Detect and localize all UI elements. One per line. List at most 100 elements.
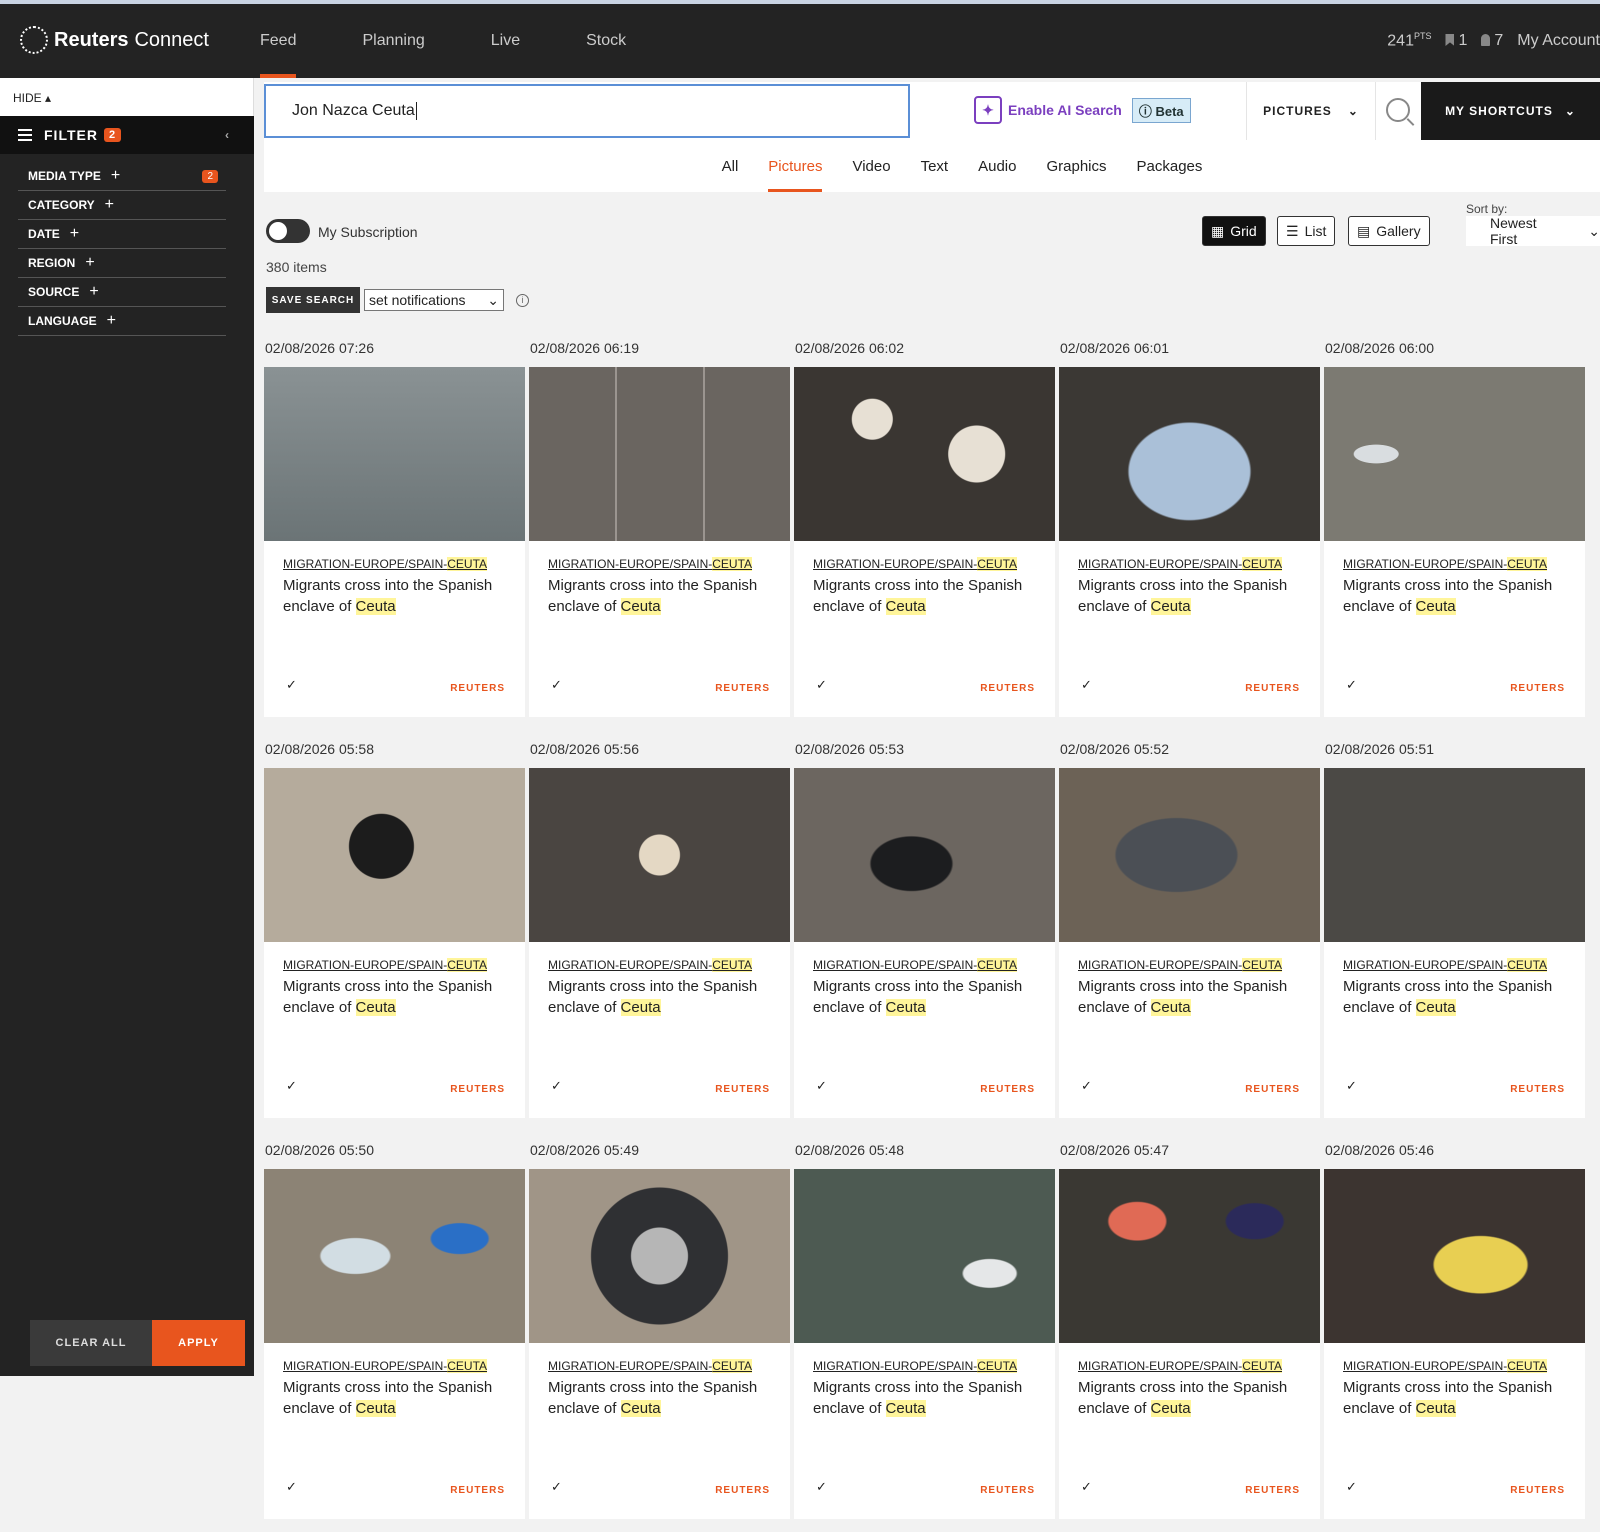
view-gallery-button[interactable]: ▤ Gallery bbox=[1348, 216, 1430, 246]
card-thumbnail[interactable] bbox=[529, 768, 790, 942]
bookmarks-counter[interactable]: 1 bbox=[1445, 32, 1467, 50]
card-slug[interactable]: MIGRATION-EUROPE/SPAIN-CEUTA bbox=[1343, 557, 1585, 571]
card-slug[interactable]: MIGRATION-EUROPE/SPAIN-CEUTA bbox=[1078, 958, 1320, 972]
search-icon[interactable] bbox=[1386, 98, 1410, 122]
hide-sidebar-toggle[interactable]: HIDE ▴ bbox=[0, 78, 254, 116]
result-card[interactable]: 02/08/2026 05:50 MIGRATION-EUROPE/SPAIN-C… bbox=[264, 1137, 529, 1538]
facet-category[interactable]: CATEGORY + bbox=[18, 191, 226, 220]
card-title[interactable]: Migrants cross into the Spanish enclave … bbox=[548, 575, 778, 617]
tab-all[interactable]: All bbox=[707, 140, 754, 192]
checkmark-icon[interactable]: ✓ bbox=[286, 1479, 297, 1495]
checkmark-icon[interactable]: ✓ bbox=[816, 677, 827, 693]
card-title[interactable]: Migrants cross into the Spanish enclave … bbox=[548, 1377, 778, 1419]
card-slug[interactable]: MIGRATION-EUROPE/SPAIN-CEUTA bbox=[1078, 557, 1320, 571]
tab-video[interactable]: Video bbox=[837, 140, 905, 192]
card-thumbnail[interactable] bbox=[264, 768, 525, 942]
card-body[interactable]: MIGRATION-EUROPE/SPAIN-CEUTA Migrants cro… bbox=[794, 1169, 1055, 1519]
result-card[interactable]: 02/08/2026 06:00 MIGRATION-EUROPE/SPAIN-C… bbox=[1324, 335, 1589, 736]
card-body[interactable]: MIGRATION-EUROPE/SPAIN-CEUTA Migrants cro… bbox=[1059, 1169, 1320, 1519]
checkmark-icon[interactable]: ✓ bbox=[286, 677, 297, 693]
points-balance[interactable]: 241PTS bbox=[1387, 31, 1431, 50]
checkmark-icon[interactable]: ✓ bbox=[1081, 677, 1092, 693]
card-thumbnail[interactable] bbox=[1059, 768, 1320, 942]
card-body[interactable]: MIGRATION-EUROPE/SPAIN-CEUTA Migrants cro… bbox=[264, 768, 525, 1118]
result-card[interactable]: 02/08/2026 05:53 MIGRATION-EUROPE/SPAIN-C… bbox=[794, 736, 1059, 1137]
card-body[interactable]: MIGRATION-EUROPE/SPAIN-CEUTA Migrants cro… bbox=[794, 367, 1055, 717]
tab-audio[interactable]: Audio bbox=[963, 140, 1031, 192]
card-body[interactable]: MIGRATION-EUROPE/SPAIN-CEUTA Migrants cro… bbox=[1324, 367, 1585, 717]
facet-region[interactable]: REGION + bbox=[18, 249, 226, 278]
card-title[interactable]: Migrants cross into the Spanish enclave … bbox=[1078, 575, 1308, 617]
apply-button[interactable]: APPLY bbox=[152, 1320, 245, 1366]
nav-stock[interactable]: Stock bbox=[564, 4, 648, 78]
result-card[interactable]: 02/08/2026 07:26 MIGRATION-EUROPE/SPAIN-C… bbox=[264, 335, 529, 736]
result-card[interactable]: 02/08/2026 06:02 MIGRATION-EUROPE/SPAIN-C… bbox=[794, 335, 1059, 736]
facet-source[interactable]: SOURCE + bbox=[18, 278, 226, 307]
media-type-select[interactable]: PICTURES ⌄ bbox=[1246, 82, 1376, 140]
card-body[interactable]: MIGRATION-EUROPE/SPAIN-CEUTA Migrants cro… bbox=[529, 367, 790, 717]
card-thumbnail[interactable] bbox=[1059, 367, 1320, 541]
card-slug[interactable]: MIGRATION-EUROPE/SPAIN-CEUTA bbox=[548, 557, 790, 571]
card-thumbnail[interactable] bbox=[794, 1169, 1055, 1343]
card-slug[interactable]: MIGRATION-EUROPE/SPAIN-CEUTA bbox=[813, 958, 1055, 972]
checkmark-icon[interactable]: ✓ bbox=[551, 1078, 562, 1094]
notifications-counter[interactable]: 7 bbox=[1481, 32, 1503, 50]
card-body[interactable]: MIGRATION-EUROPE/SPAIN-CEUTA Migrants cro… bbox=[1059, 768, 1320, 1118]
result-card[interactable]: 02/08/2026 05:46 MIGRATION-EUROPE/SPAIN-C… bbox=[1324, 1137, 1589, 1538]
result-card[interactable]: 02/08/2026 06:19 MIGRATION-EUROPE/SPAIN-C… bbox=[529, 335, 794, 736]
card-title[interactable]: Migrants cross into the Spanish enclave … bbox=[813, 575, 1043, 617]
card-title[interactable]: Migrants cross into the Spanish enclave … bbox=[1078, 1377, 1308, 1419]
result-card[interactable]: 02/08/2026 05:49 MIGRATION-EUROPE/SPAIN-C… bbox=[529, 1137, 794, 1538]
card-thumbnail[interactable] bbox=[1324, 768, 1585, 942]
card-slug[interactable]: MIGRATION-EUROPE/SPAIN-CEUTA bbox=[548, 958, 790, 972]
save-search-button[interactable]: SAVE SEARCH bbox=[266, 287, 360, 313]
card-thumbnail[interactable] bbox=[264, 1169, 525, 1343]
my-account-link[interactable]: My Account bbox=[1517, 32, 1600, 50]
card-slug[interactable]: MIGRATION-EUROPE/SPAIN-CEUTA bbox=[813, 1359, 1055, 1373]
card-title[interactable]: Migrants cross into the Spanish enclave … bbox=[1343, 1377, 1573, 1419]
nav-live[interactable]: Live bbox=[469, 4, 542, 78]
card-title[interactable]: Migrants cross into the Spanish enclave … bbox=[1343, 575, 1573, 617]
card-thumbnail[interactable] bbox=[1324, 367, 1585, 541]
checkmark-icon[interactable]: ✓ bbox=[551, 677, 562, 693]
result-card[interactable]: 02/08/2026 05:58 MIGRATION-EUROPE/SPAIN-C… bbox=[264, 736, 529, 1137]
card-thumbnail[interactable] bbox=[794, 768, 1055, 942]
card-slug[interactable]: MIGRATION-EUROPE/SPAIN-CEUTA bbox=[283, 557, 525, 571]
facet-language[interactable]: LANGUAGE + bbox=[18, 307, 226, 336]
nav-planning[interactable]: Planning bbox=[340, 4, 446, 78]
card-slug[interactable]: MIGRATION-EUROPE/SPAIN-CEUTA bbox=[813, 557, 1055, 571]
result-card[interactable]: 02/08/2026 05:48 MIGRATION-EUROPE/SPAIN-C… bbox=[794, 1137, 1059, 1538]
result-card[interactable]: 02/08/2026 06:01 MIGRATION-EUROPE/SPAIN-C… bbox=[1059, 335, 1324, 736]
checkmark-icon[interactable]: ✓ bbox=[286, 1078, 297, 1094]
card-body[interactable]: MIGRATION-EUROPE/SPAIN-CEUTA Migrants cro… bbox=[1324, 1169, 1585, 1519]
card-body[interactable]: MIGRATION-EUROPE/SPAIN-CEUTA Migrants cro… bbox=[1059, 367, 1320, 717]
checkmark-icon[interactable]: ✓ bbox=[1081, 1078, 1092, 1094]
card-thumbnail[interactable] bbox=[264, 367, 525, 541]
card-body[interactable]: MIGRATION-EUROPE/SPAIN-CEUTA Migrants cro… bbox=[1324, 768, 1585, 1118]
reuters-connect-logo[interactable]: Reuters Connect bbox=[20, 26, 209, 54]
card-title[interactable]: Migrants cross into the Spanish enclave … bbox=[1343, 976, 1573, 1018]
result-card[interactable]: 02/08/2026 05:47 MIGRATION-EUROPE/SPAIN-C… bbox=[1059, 1137, 1324, 1538]
info-icon[interactable]: i bbox=[516, 294, 529, 307]
tab-pictures[interactable]: Pictures bbox=[753, 140, 837, 192]
checkmark-icon[interactable]: ✓ bbox=[816, 1078, 827, 1094]
facet-media-type[interactable]: MEDIA TYPE +2 bbox=[18, 162, 226, 191]
card-title[interactable]: Migrants cross into the Spanish enclave … bbox=[283, 575, 513, 617]
result-card[interactable]: 02/08/2026 05:52 MIGRATION-EUROPE/SPAIN-C… bbox=[1059, 736, 1324, 1137]
card-title[interactable]: Migrants cross into the Spanish enclave … bbox=[548, 976, 778, 1018]
result-card[interactable]: 02/08/2026 05:56 MIGRATION-EUROPE/SPAIN-C… bbox=[529, 736, 794, 1137]
my-shortcuts-menu[interactable]: MY SHORTCUTS ⌄ bbox=[1421, 82, 1600, 140]
tab-packages[interactable]: Packages bbox=[1122, 140, 1218, 192]
checkmark-icon[interactable]: ✓ bbox=[1346, 1078, 1357, 1094]
view-list-button[interactable]: ☰ List bbox=[1277, 216, 1336, 246]
checkmark-icon[interactable]: ✓ bbox=[816, 1479, 827, 1495]
enable-ai-search[interactable]: ✦ Enable AI Search ⓘ Beta bbox=[974, 96, 1191, 124]
view-grid-button[interactable]: ▦ Grid bbox=[1202, 216, 1266, 246]
card-title[interactable]: Migrants cross into the Spanish enclave … bbox=[283, 1377, 513, 1419]
card-thumbnail[interactable] bbox=[529, 367, 790, 541]
search-input[interactable]: Jon Nazca Ceuta bbox=[264, 84, 910, 138]
card-body[interactable]: MIGRATION-EUROPE/SPAIN-CEUTA Migrants cro… bbox=[529, 1169, 790, 1519]
card-title[interactable]: Migrants cross into the Spanish enclave … bbox=[283, 976, 513, 1018]
tab-graphics[interactable]: Graphics bbox=[1031, 140, 1121, 192]
card-slug[interactable]: MIGRATION-EUROPE/SPAIN-CEUTA bbox=[1343, 958, 1585, 972]
